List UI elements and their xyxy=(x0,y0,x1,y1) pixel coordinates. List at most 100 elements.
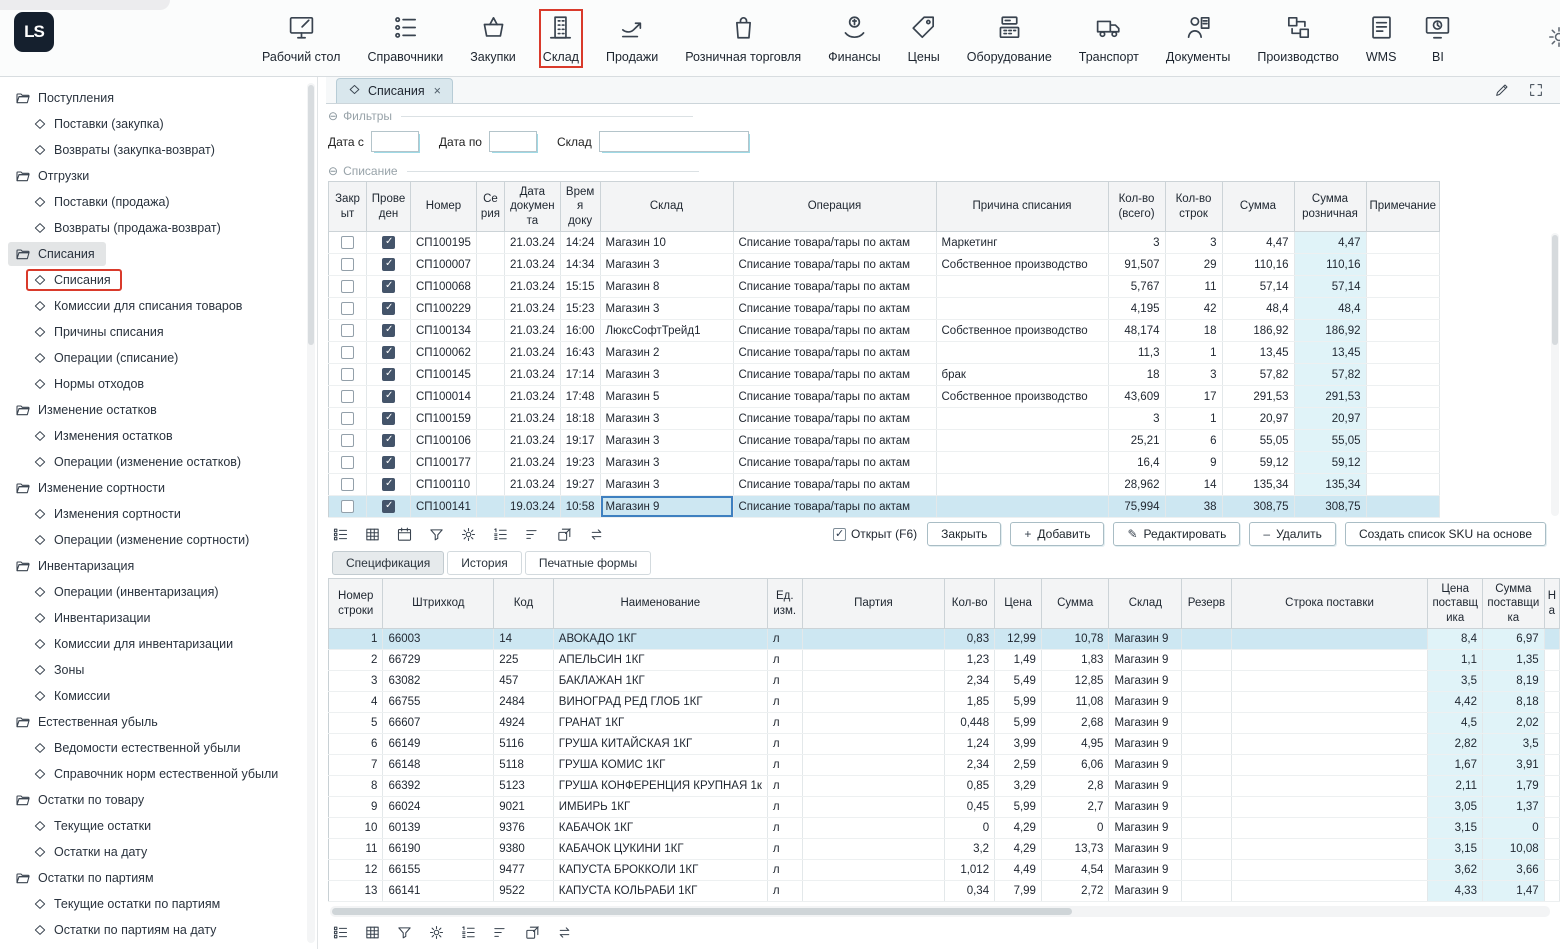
spec-row[interactable]: 16600314АВОКАДО 1КГл0,8312,9910,78Магази… xyxy=(329,629,1560,650)
doc-row[interactable]: СП10001421.03.2417:48Магазин 5Списание т… xyxy=(329,386,1440,408)
spec-row[interactable]: 266729225АПЕЛЬСИН 1КГл1,231,491,83Магази… xyxy=(329,650,1560,671)
doc-row[interactable]: СП10011021.03.2419:27Магазин 3Списание т… xyxy=(329,474,1440,496)
edit-button[interactable]: ✎Редактировать xyxy=(1113,522,1240,546)
closed-checkbox[interactable] xyxy=(341,500,354,513)
tree-item-списания[interactable]: Списания xyxy=(0,267,317,293)
nav-item-wms[interactable]: WMS xyxy=(1366,13,1397,64)
spec-column-header[interactable]: Кол-во xyxy=(945,579,995,629)
warehouse-filter-input[interactable] xyxy=(599,131,749,152)
tree-item-комиссии-для-инвентаризации[interactable]: Комиссии для инвентаризации xyxy=(0,631,317,657)
tree-item-остатки-на-дату[interactable]: Остатки на дату xyxy=(0,839,317,865)
spec-horizontal-scrollbar[interactable] xyxy=(330,906,1550,917)
doc-column-header[interactable]: Серия xyxy=(476,182,504,232)
doc-table-scrollbar[interactable] xyxy=(1551,233,1559,516)
doc-row[interactable]: СП10017721.03.2419:23Магазин 3Списание т… xyxy=(329,452,1440,474)
spec-column-header[interactable]: Резерв xyxy=(1182,579,1231,629)
open-f6-checkbox-box[interactable] xyxy=(833,528,846,541)
nav-item-directory[interactable]: Справочники xyxy=(367,13,443,64)
doc-column-header[interactable]: Дата документа xyxy=(504,182,560,232)
delete-button[interactable]: –Удалить xyxy=(1249,522,1336,546)
nav-item-warehouse[interactable]: Склад xyxy=(543,13,579,64)
add-button[interactable]: +Добавить xyxy=(1010,522,1104,546)
tree-item-причины-списания[interactable]: Причины списания xyxy=(0,319,317,345)
spec-row[interactable]: 5666074924ГРАНАТ 1КГл0,4485,992,68Магази… xyxy=(329,713,1560,734)
doc-column-header[interactable]: Примечание xyxy=(1366,182,1440,232)
tree-item-возвраты-закупка-возврат-[interactable]: Возвраты (закупка-возврат) xyxy=(0,137,317,163)
settings-icon[interactable] xyxy=(428,924,445,941)
tree-item-возвраты-продажа-возврат-[interactable]: Возвраты (продажа-возврат) xyxy=(0,215,317,241)
collapse-filters-icon[interactable]: ⊖ xyxy=(328,109,338,123)
filter-icon[interactable] xyxy=(396,924,413,941)
sidebar-scrollbar[interactable] xyxy=(307,83,315,943)
spec-row[interactable]: 10601399376КАБАЧОК 1КГл04,290Магазин 93,… xyxy=(329,818,1560,839)
doc-row[interactable]: СП10006221.03.2416:43Магазин 2Списание т… xyxy=(329,342,1440,364)
approved-checkbox[interactable] xyxy=(382,258,395,271)
tree-item-текущие-остатки[interactable]: Текущие остатки xyxy=(0,813,317,839)
closed-checkbox[interactable] xyxy=(341,368,354,381)
sidebar-scroll-thumb[interactable] xyxy=(308,85,314,345)
spec-column-header[interactable]: Партия xyxy=(802,579,945,629)
spec-row[interactable]: 9660249021ИМБИРЬ 1КГл0,455,992,7Магазин … xyxy=(329,797,1560,818)
approved-checkbox[interactable] xyxy=(382,456,395,469)
approved-checkbox[interactable] xyxy=(382,324,395,337)
closed-checkbox[interactable] xyxy=(341,434,354,447)
approved-checkbox[interactable] xyxy=(382,280,395,293)
tree-group-изменение-остатков[interactable]: Изменение остатков xyxy=(0,397,317,423)
app-logo[interactable]: LS xyxy=(14,12,54,52)
detail-tab-спецификация[interactable]: Спецификация xyxy=(332,551,444,575)
close-button[interactable]: Закрыть xyxy=(927,522,1001,546)
spec-column-header[interactable]: Номер строки xyxy=(329,579,383,629)
doc-row[interactable]: СП10000721.03.2414:34Магазин 3Списание т… xyxy=(329,254,1440,276)
refresh-icon[interactable] xyxy=(588,526,605,543)
doc-row[interactable]: СП10013421.03.2416:00ЛюксСофтТрейд1Списа… xyxy=(329,320,1440,342)
approved-checkbox[interactable] xyxy=(382,434,395,447)
tree-group-инвентаризация[interactable]: Инвентаризация xyxy=(0,553,317,579)
settings-icon[interactable] xyxy=(460,526,477,543)
numbered-list-icon[interactable] xyxy=(460,924,477,941)
doc-column-header[interactable]: Сумма розничная xyxy=(1294,182,1366,232)
spec-column-header[interactable]: Ед. изм. xyxy=(767,579,802,629)
approved-checkbox[interactable] xyxy=(382,236,395,249)
closed-checkbox[interactable] xyxy=(341,280,354,293)
tree-item-инвентаризации[interactable]: Инвентаризации xyxy=(0,605,317,631)
doc-row[interactable]: СП10010621.03.2419:17Магазин 3Списание т… xyxy=(329,430,1440,452)
tree-item-операции-изменение-сортности-[interactable]: Операции (изменение сортности) xyxy=(0,527,317,553)
open-f6-checkbox[interactable]: Открыт (F6) xyxy=(833,527,917,541)
tree-item-справочник-норм-естественной-убыли[interactable]: Справочник норм естественной убыли xyxy=(0,761,317,787)
tree-item-изменения-остатков[interactable]: Изменения остатков xyxy=(0,423,317,449)
doc-row[interactable]: СП10015921.03.2418:18Магазин 3Списание т… xyxy=(329,408,1440,430)
doc-column-header[interactable]: Операция xyxy=(733,182,936,232)
tree-group-остатки-по-товару[interactable]: Остатки по товару xyxy=(0,787,317,813)
doc-row[interactable]: СП10019521.03.2414:24Магазин 10Списание … xyxy=(329,232,1440,254)
nav-item-retail[interactable]: Розничная торговля xyxy=(685,13,801,64)
spec-column-header[interactable]: Склад xyxy=(1109,579,1182,629)
doc-column-header[interactable]: Сумма xyxy=(1222,182,1294,232)
doc-column-header[interactable]: Кол-во (всего) xyxy=(1108,182,1165,232)
closed-checkbox[interactable] xyxy=(341,302,354,315)
tab-close-icon[interactable]: × xyxy=(434,84,441,98)
doc-scroll-thumb[interactable] xyxy=(1552,235,1558,345)
doc-row[interactable]: СП10014119.03.2410:58Магазин 9Списание т… xyxy=(329,496,1440,518)
spec-column-header[interactable]: Строка поставки xyxy=(1231,579,1428,629)
closed-checkbox[interactable] xyxy=(341,324,354,337)
tree-item-зоны[interactable]: Зоны xyxy=(0,657,317,683)
closed-checkbox[interactable] xyxy=(341,456,354,469)
nav-item-documents[interactable]: Документы xyxy=(1166,13,1230,64)
spec-column-header[interactable]: Цена xyxy=(995,579,1042,629)
appearance-gear-icon[interactable] xyxy=(1546,24,1560,53)
grid-icon[interactable] xyxy=(364,924,381,941)
closed-checkbox[interactable] xyxy=(341,412,354,425)
tree-item-партии[interactable]: Партии xyxy=(0,943,317,949)
doc-row[interactable]: СП10006821.03.2415:15Магазин 8Списание т… xyxy=(329,276,1440,298)
tree-item-ведомости-естественной-убыли[interactable]: Ведомости естественной убыли xyxy=(0,735,317,761)
tree-group-отгрузки[interactable]: Отгрузки xyxy=(0,163,317,189)
numbered-list-icon[interactable] xyxy=(492,526,509,543)
nav-item-sales[interactable]: Продажи xyxy=(606,13,658,64)
nav-item-purchases[interactable]: Закупки xyxy=(470,13,516,64)
doc-column-header[interactable]: Проведен xyxy=(367,182,411,232)
collapse-doc-icon[interactable]: ⊖ xyxy=(328,164,338,178)
expand-icon[interactable] xyxy=(1528,82,1544,101)
doc-column-header[interactable]: Время доку xyxy=(560,182,600,232)
row-select-icon[interactable] xyxy=(332,924,349,941)
doc-column-header[interactable]: Склад xyxy=(600,182,733,232)
